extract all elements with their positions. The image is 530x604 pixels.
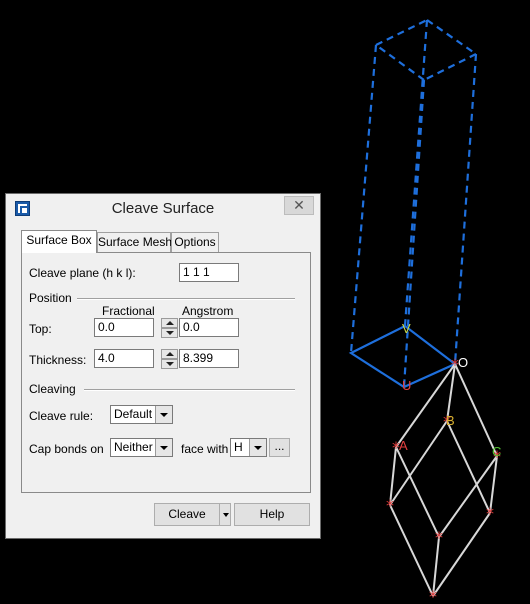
- spinner-up-icon[interactable]: [161, 318, 178, 328]
- tab-options[interactable]: Options: [171, 232, 219, 252]
- top-angstrom-input[interactable]: 0.0: [179, 318, 239, 337]
- cleave-surface-dialog: Cleave Surface ✕ Surface Box Surface Mes…: [5, 193, 321, 539]
- atom-marker: *: [429, 587, 437, 604]
- lattice-bonds: [389, 363, 498, 597]
- tab-surface-mesh[interactable]: Surface Mesh: [97, 232, 172, 252]
- thickness-spinner[interactable]: [161, 349, 178, 369]
- top-fractional-input[interactable]: 0.0: [94, 318, 154, 337]
- cap-bonds-select[interactable]: Neither: [110, 438, 173, 457]
- cap-bonds-value: Neither: [114, 440, 153, 454]
- cleave-rule-value: Default: [114, 407, 153, 421]
- surface-box-panel: Cleave plane (h k l): 1 1 1 Position Fra…: [21, 252, 311, 493]
- top-label: Top:: [29, 322, 52, 336]
- atom-marker: *: [486, 504, 494, 523]
- title-bar[interactable]: Cleave Surface ✕: [6, 194, 320, 224]
- atom-marker: *: [386, 496, 394, 515]
- label-u: U: [402, 378, 411, 393]
- label-atom-a: A: [399, 438, 408, 453]
- label-v: V: [402, 321, 411, 336]
- cleave-rule-label: Cleave rule:: [29, 409, 94, 423]
- angstrom-column-header: Angstrom: [182, 304, 234, 318]
- position-divider: [77, 298, 295, 300]
- spinner-up-icon[interactable]: [161, 349, 178, 359]
- spinner-down-icon[interactable]: [161, 328, 178, 338]
- cleave-plane-label: Cleave plane (h k l):: [29, 266, 136, 280]
- axis-labels: V U O A B C: [399, 321, 501, 459]
- cap-bonds-label: Cap bonds on: [29, 442, 104, 456]
- cleaving-group-label: Cleaving: [29, 382, 76, 396]
- tab-surface-box[interactable]: Surface Box: [21, 230, 97, 253]
- top-spinner[interactable]: [161, 318, 178, 338]
- chevron-down-icon[interactable]: [155, 439, 172, 456]
- cleaving-divider: [84, 389, 295, 391]
- atom-marker: *: [435, 528, 443, 547]
- label-atom-b: B: [446, 413, 455, 428]
- face-with-value: H: [234, 440, 243, 454]
- spinner-down-icon[interactable]: [161, 359, 178, 369]
- thickness-fractional-input[interactable]: 4.0: [94, 349, 154, 368]
- cleave-rule-select[interactable]: Default: [110, 405, 173, 424]
- position-group-label: Position: [29, 291, 72, 305]
- face-options-button[interactable]: ...: [269, 438, 290, 457]
- cleave-plane-input[interactable]: 1 1 1: [179, 263, 239, 282]
- dialog-title: Cleave Surface: [111, 200, 215, 217]
- cleave-button[interactable]: Cleave: [154, 503, 220, 526]
- help-button[interactable]: Help: [234, 503, 310, 526]
- close-button[interactable]: ✕: [284, 196, 314, 215]
- fractional-column-header: Fractional: [102, 304, 155, 318]
- label-origin: O: [458, 355, 468, 370]
- label-atom-c: C: [492, 444, 501, 459]
- cleave-dropdown-icon[interactable]: [219, 503, 231, 526]
- thickness-label: Thickness:: [29, 353, 87, 367]
- face-with-select[interactable]: H: [230, 438, 267, 457]
- thickness-angstrom-input[interactable]: 8.399: [179, 349, 239, 368]
- face-with-label: face with: [181, 442, 229, 456]
- chevron-down-icon[interactable]: [155, 406, 172, 423]
- chevron-down-icon[interactable]: [249, 439, 266, 456]
- close-icon: ✕: [293, 197, 305, 213]
